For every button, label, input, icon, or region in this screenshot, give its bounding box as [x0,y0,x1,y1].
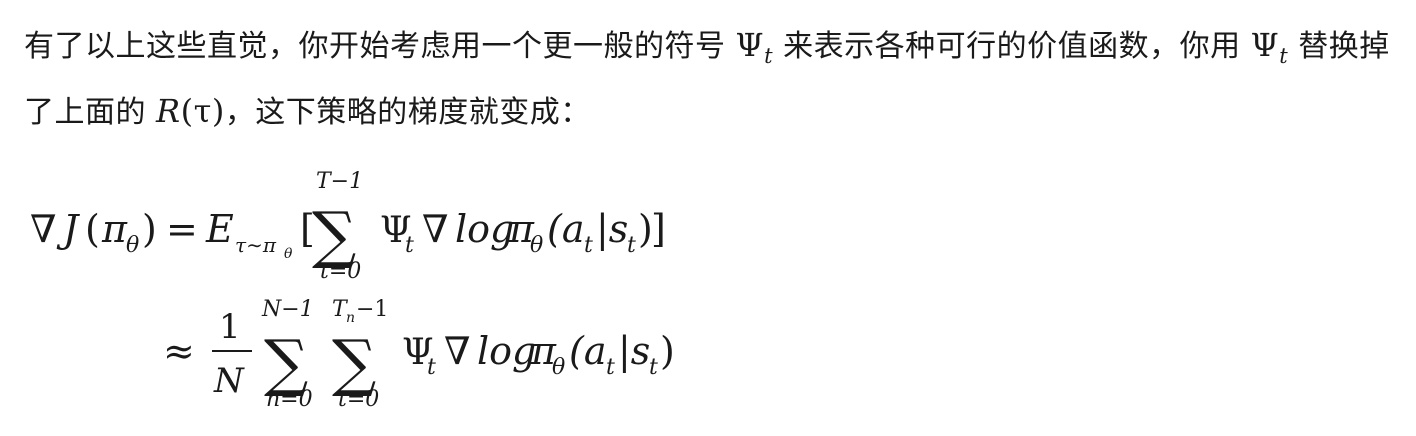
approx-sign: ≈ [163,329,195,373]
action-subscript: t [584,233,593,258]
nabla-symbol: ∇ [30,207,57,251]
action-subscript: t [606,355,615,380]
action-argument: (a [569,329,606,373]
action-argument: (a [547,207,584,251]
sum-upper-limit: N−1 [261,297,314,322]
sum-upper-limit-rest: −1 [356,297,388,322]
intro-paragraph: 有了以上这些直觉，你开始考虑用一个更一般的符号 Ψt 来表示各种可行的价值函数，… [24,18,1396,140]
nabla-symbol: ∇ [422,207,449,251]
psi-symbol: Ψ [735,26,765,64]
policy-pi-subscript: θ [126,233,139,258]
psi-subscript: t [1279,44,1289,68]
equals-sign: = [166,207,198,251]
paren-close: ) [660,329,675,373]
policy-pi-subscript: θ [552,355,565,380]
policy-pi: π [101,207,128,251]
fraction-bar [212,350,252,352]
expectation-subscript: τ∼π [235,233,277,257]
log-function: log [455,207,514,251]
objective-J: J [56,207,80,251]
equation-canvas: ∇ J ( π θ ) = E τ∼π θ [ T−1 ∑ t=0 Ψ t ∇ … [30,169,675,412]
sum-upper-limit: T−1 [316,169,363,194]
log-function: log [477,329,536,373]
expectation-subscript-theta: θ [284,246,293,262]
psi-symbol: Ψ [1250,26,1280,64]
paragraph-text-1: 有了以上这些直觉，你开始考虑用一个更一般的符号 [24,29,736,64]
sum-lower-limit: n=0 [266,387,313,412]
fraction-denominator: N [213,361,245,401]
reward-argument: (τ) [180,92,225,130]
expectation-E: E [205,207,234,251]
policy-gradient-equation: ∇ J ( π θ ) = E τ∼π θ [ T−1 ∑ t=0 Ψ t ∇ … [0,160,760,420]
bracket-close: ] [651,207,666,251]
reward-symbol: R [156,92,181,130]
policy-pi-subscript: θ [530,233,543,258]
nabla-symbol: ∇ [444,329,471,373]
state-subscript: t [627,233,636,258]
state-argument: |s [596,207,628,251]
sum-upper-limit-n: n [346,310,355,326]
paren-open: ( [85,207,100,251]
psi-subscript: t [764,44,774,68]
paragraph-text-4: ，这下策略的梯度就变成： [224,95,591,130]
paren-close: ) [142,207,157,251]
paragraph-text-2: 来表示各种可行的价值函数，你用 [773,29,1251,64]
psi-subscript: t [427,355,436,380]
sum-lower-limit: t=0 [320,259,361,284]
psi-subscript: t [405,233,414,258]
state-argument: |s [618,329,650,373]
state-subscript: t [649,355,658,380]
sum-lower-limit: t=0 [338,387,379,412]
fraction-numerator: 1 [219,307,241,347]
